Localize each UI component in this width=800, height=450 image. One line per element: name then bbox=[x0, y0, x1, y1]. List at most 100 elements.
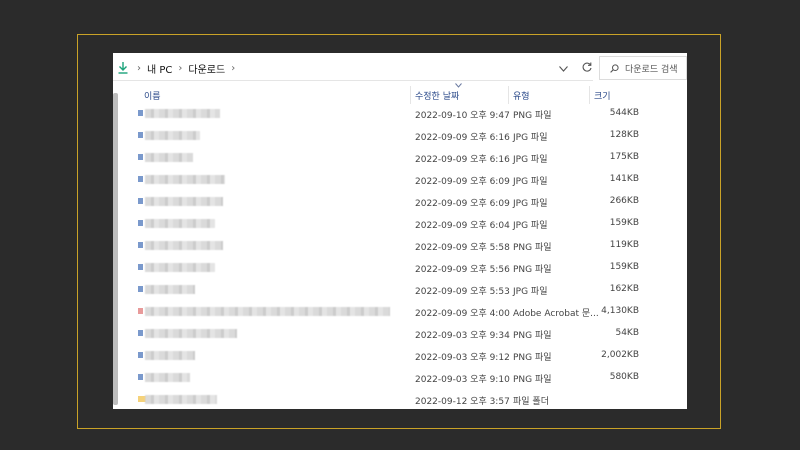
file-row[interactable]: 2022-09-03 오후 9:10 PNG 파일 580KB bbox=[113, 366, 687, 388]
file-type: PNG 파일 bbox=[513, 243, 552, 253]
file-date: 2022-09-09 오후 5:56 bbox=[415, 265, 510, 275]
file-type: 파일 폴더 bbox=[513, 397, 549, 407]
blurred-file-name bbox=[145, 373, 190, 382]
file-size: 159KB bbox=[609, 262, 639, 272]
file-type: JPG 파일 bbox=[513, 199, 548, 209]
blurred-file-name bbox=[145, 109, 220, 118]
file-row[interactable]: 2022-09-09 오후 4:00 Adobe Acrobat 문... 4,13… bbox=[113, 300, 687, 322]
file-date: 2022-09-03 오후 9:10 bbox=[415, 375, 510, 385]
file-list: 2022-09-10 오후 9:47 PNG 파일 544KB 2022-09-09 … bbox=[113, 102, 687, 409]
image-file-icon bbox=[138, 264, 143, 270]
file-date: 2022-09-09 오후 6:09 bbox=[415, 199, 510, 209]
file-date: 2022-09-12 오후 3:57 bbox=[415, 397, 510, 407]
image-file-icon bbox=[138, 198, 143, 204]
file-size: 175KB bbox=[609, 152, 639, 162]
file-type: PNG 파일 bbox=[513, 331, 552, 341]
image-file-icon bbox=[138, 286, 143, 292]
image-file-icon bbox=[138, 176, 143, 182]
column-type[interactable]: 유형 bbox=[513, 89, 530, 102]
file-row[interactable]: 2022-09-09 오후 6:16 JPG 파일 128KB bbox=[113, 124, 687, 146]
blurred-file-name bbox=[145, 131, 200, 140]
file-row[interactable]: 2022-09-03 오후 9:34 PNG 파일 54KB bbox=[113, 322, 687, 344]
address-bar[interactable]: › 내 PC › 다운로드 › bbox=[113, 56, 593, 81]
file-date: 2022-09-03 오후 9:34 bbox=[415, 331, 510, 341]
image-file-icon bbox=[138, 154, 143, 160]
file-row[interactable]: 2022-09-09 오후 5:53 JPG 파일 162KB bbox=[113, 278, 687, 300]
blurred-file-name bbox=[145, 285, 195, 294]
file-row[interactable]: 2022-09-09 오후 6:09 JPG 파일 266KB bbox=[113, 190, 687, 212]
file-row[interactable]: 2022-09-09 오후 5:56 PNG 파일 159KB bbox=[113, 256, 687, 278]
refresh-icon[interactable] bbox=[575, 62, 599, 75]
image-file-icon bbox=[138, 242, 143, 248]
blurred-file-name bbox=[145, 351, 195, 360]
chevron-down-icon[interactable] bbox=[551, 62, 575, 75]
file-size: 159KB bbox=[609, 218, 639, 228]
file-date: 2022-09-10 오후 9:47 bbox=[415, 111, 510, 121]
search-input[interactable]: 다운로드 검색 bbox=[625, 62, 678, 75]
blurred-file-name bbox=[145, 153, 193, 162]
image-file-icon bbox=[138, 330, 143, 336]
file-type: JPG 파일 bbox=[513, 133, 548, 143]
image-file-icon bbox=[138, 220, 143, 226]
file-size: 119KB bbox=[609, 240, 639, 250]
file-date: 2022-09-03 오후 9:12 bbox=[415, 353, 510, 363]
file-date: 2022-09-09 오후 5:58 bbox=[415, 243, 510, 253]
file-row[interactable]: 2022-09-09 오후 5:58 PNG 파일 119KB bbox=[113, 234, 687, 256]
file-row[interactable]: 2022-09-09 오후 6:09 JPG 파일 141KB bbox=[113, 168, 687, 190]
file-size: 54KB bbox=[615, 328, 639, 338]
file-date: 2022-09-09 오후 6:16 bbox=[415, 155, 510, 165]
pdf-file-icon bbox=[138, 308, 143, 314]
chevron-right-icon: › bbox=[178, 62, 183, 74]
file-row[interactable]: 2022-09-03 오후 9:12 PNG 파일 2,002KB bbox=[113, 344, 687, 366]
file-row[interactable]: 2022-09-09 오후 6:04 JPG 파일 159KB bbox=[113, 212, 687, 234]
blurred-file-name bbox=[145, 219, 215, 228]
image-file-icon bbox=[138, 132, 143, 138]
download-icon bbox=[115, 62, 131, 74]
file-size: 141KB bbox=[609, 174, 639, 184]
file-explorer-window: › 내 PC › 다운로드 › 다운로드 검색 이름 수정한 날짜 유형 크기 … bbox=[113, 53, 687, 409]
image-file-icon bbox=[138, 374, 143, 380]
blurred-file-name bbox=[145, 395, 217, 404]
file-date: 2022-09-09 오후 4:00 bbox=[415, 309, 510, 319]
image-file-icon bbox=[138, 352, 143, 358]
search-icon bbox=[610, 63, 619, 73]
chevron-right-icon[interactable]: › bbox=[231, 63, 235, 74]
column-size[interactable]: 크기 bbox=[594, 89, 611, 102]
file-type: PNG 파일 bbox=[513, 265, 552, 275]
chevron-right-icon: › bbox=[137, 62, 141, 74]
file-date: 2022-09-09 오후 5:53 bbox=[415, 287, 510, 297]
search-box[interactable]: 다운로드 검색 bbox=[599, 56, 687, 80]
blurred-file-name bbox=[145, 329, 237, 338]
file-type: JPG 파일 bbox=[513, 221, 548, 231]
file-type: JPG 파일 bbox=[513, 177, 548, 187]
file-type: JPG 파일 bbox=[513, 155, 548, 165]
file-row[interactable]: 2022-09-10 오후 9:47 PNG 파일 544KB bbox=[113, 102, 687, 124]
breadcrumb-my-pc[interactable]: 내 PC bbox=[147, 61, 172, 76]
blurred-file-name bbox=[145, 175, 225, 184]
file-size: 4,130KB bbox=[601, 306, 639, 316]
file-size: 128KB bbox=[609, 130, 639, 140]
blurred-file-name bbox=[145, 307, 390, 316]
file-size: 2,002KB bbox=[601, 350, 639, 360]
image-file-icon bbox=[138, 110, 143, 116]
column-name[interactable]: 이름 bbox=[144, 89, 161, 102]
file-size: 266KB bbox=[609, 196, 639, 206]
file-type: PNG 파일 bbox=[513, 375, 552, 385]
blurred-file-name bbox=[145, 241, 223, 250]
breadcrumb-downloads[interactable]: 다운로드 bbox=[188, 61, 225, 76]
blurred-file-name bbox=[145, 263, 215, 272]
file-row[interactable]: 2022-09-12 오후 3:57 파일 폴더 bbox=[113, 388, 687, 409]
file-type: JPG 파일 bbox=[513, 287, 548, 297]
sort-indicator-icon bbox=[455, 82, 462, 90]
file-row[interactable]: 2022-09-09 오후 6:16 JPG 파일 175KB bbox=[113, 146, 687, 168]
file-type: PNG 파일 bbox=[513, 353, 552, 363]
file-type: PNG 파일 bbox=[513, 111, 552, 121]
file-date: 2022-09-09 오후 6:16 bbox=[415, 133, 510, 143]
file-date: 2022-09-09 오후 6:04 bbox=[415, 221, 510, 231]
blurred-file-name bbox=[145, 197, 223, 206]
file-size: 544KB bbox=[609, 108, 639, 118]
file-size: 162KB bbox=[609, 284, 639, 294]
file-date: 2022-09-09 오후 6:09 bbox=[415, 177, 510, 187]
column-date[interactable]: 수정한 날짜 bbox=[415, 89, 459, 102]
file-size: 580KB bbox=[609, 372, 639, 382]
